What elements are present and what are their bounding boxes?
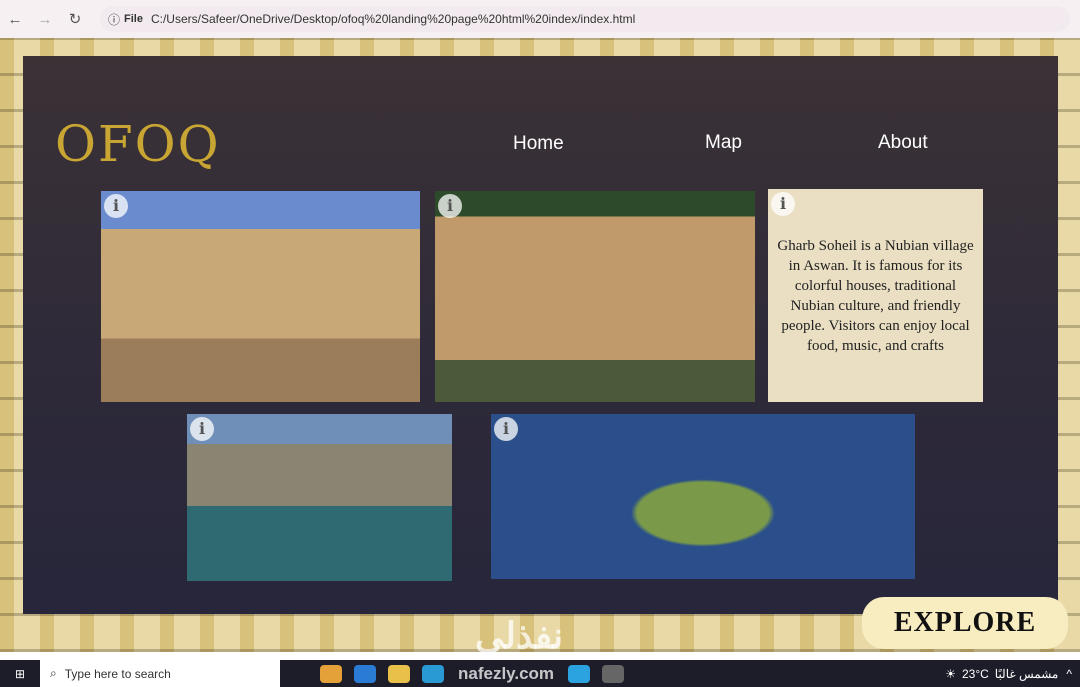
nav-home[interactable]: Home (513, 133, 564, 155)
nav-map[interactable]: Map (705, 132, 742, 154)
explore-button[interactable]: EXPLORE (862, 597, 1068, 649)
windows-start-icon[interactable]: ⊞ (0, 667, 40, 681)
card-gharb-soheil[interactable]: Gharb Soheil is a Nubian village in Aswa… (768, 189, 983, 402)
nav-about[interactable]: About (878, 132, 928, 154)
back-icon[interactable]: ← (0, 11, 30, 28)
address-bar[interactable]: ⓘ File C:/Users/Safeer/OneDrive/Desktop/… (100, 6, 1070, 32)
card-nubian-museum[interactable]: i (435, 191, 755, 402)
url-text[interactable]: C:/Users/Safeer/OneDrive/Desktop/ofoq%20… (151, 12, 635, 26)
watermark-latin: nafezly.com (458, 663, 555, 683)
obs-icon[interactable] (602, 664, 625, 683)
weather-temp[interactable]: 23°C (962, 667, 989, 681)
reload-icon[interactable]: ↻ (60, 10, 90, 28)
card-philae-island[interactable]: i (491, 414, 915, 579)
info-icon[interactable]: i (438, 194, 462, 218)
chrome-icon[interactable] (320, 664, 342, 683)
search-placeholder: Type here to search (64, 666, 171, 681)
browser-toolbar: ← → ↻ ⓘ File C:/Users/Safeer/OneDrive/De… (0, 0, 1080, 38)
file-label: File (124, 13, 143, 25)
info-icon[interactable]: i (190, 417, 214, 441)
file-explorer-icon[interactable] (388, 664, 410, 683)
search-icon: ⌕ (50, 666, 57, 680)
info-icon[interactable]: i (104, 194, 128, 218)
taskbar-search[interactable]: ⌕ Type here to search (40, 660, 280, 687)
telegram-icon[interactable] (568, 664, 591, 683)
weather-icon: ☀ (945, 666, 956, 681)
card-aswan-dam[interactable]: i (187, 414, 452, 581)
edge-icon[interactable] (422, 664, 444, 683)
taskbar: ⊞ ⌕ Type here to search nafezly.com ☀ 23… (0, 660, 1080, 687)
watermark-arabic: نفذلي (475, 615, 564, 656)
vscode-icon[interactable] (354, 664, 376, 683)
info-icon[interactable]: ⓘ (108, 11, 120, 28)
weather-text: مشمس غالبًا (994, 666, 1059, 681)
card-description: Gharb Soheil is a Nubian village in Aswa… (768, 189, 983, 402)
logo[interactable]: OFOQ (55, 115, 221, 173)
page-background: OFOQ Home Map About i i Gharb Soheil is … (0, 38, 1080, 652)
card-philae-temple[interactable]: i (101, 191, 420, 402)
chevron-up-icon[interactable]: ^ (1066, 667, 1072, 681)
info-icon[interactable]: i (494, 417, 518, 441)
info-icon[interactable]: i (771, 192, 795, 216)
forward-icon[interactable]: → (30, 11, 60, 28)
